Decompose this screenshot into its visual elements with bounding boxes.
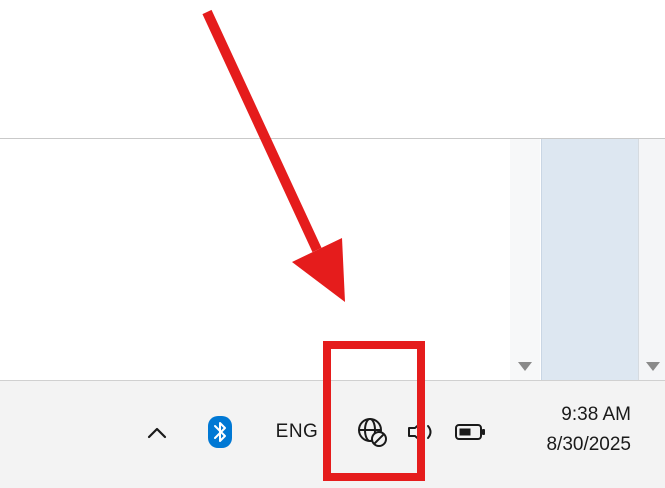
clock-time: 9:38 AM bbox=[561, 404, 631, 425]
volume-icon bbox=[408, 420, 432, 444]
clock-button[interactable]: 9:38 AM 8/30/2025 bbox=[546, 400, 631, 460]
input-language-indicator[interactable]: ENG bbox=[266, 415, 328, 449]
clock-date: 8/30/2025 bbox=[546, 434, 631, 455]
column-strip bbox=[510, 139, 540, 381]
network-no-internet-icon bbox=[358, 418, 387, 447]
app-window-area bbox=[0, 138, 665, 381]
battery-button[interactable] bbox=[450, 413, 492, 451]
battery-icon bbox=[455, 424, 485, 440]
dropdown-arrow-icon[interactable] bbox=[518, 362, 532, 371]
show-hidden-icons-button[interactable] bbox=[140, 415, 174, 449]
language-label: ENG bbox=[275, 421, 319, 442]
bluetooth-button[interactable] bbox=[202, 411, 238, 453]
screen: ENG 9:38 AM 8/30/2025 bbox=[0, 0, 665, 488]
column-header-right bbox=[638, 139, 665, 381]
dropdown-arrow-icon[interactable] bbox=[646, 362, 660, 371]
volume-button[interactable] bbox=[402, 413, 442, 451]
taskbar: ENG 9:38 AM 8/30/2025 bbox=[0, 380, 665, 488]
bluetooth-icon bbox=[208, 416, 232, 448]
selected-column[interactable] bbox=[541, 139, 638, 381]
network-status-button[interactable] bbox=[352, 413, 392, 451]
chevron-up-icon bbox=[147, 427, 167, 439]
